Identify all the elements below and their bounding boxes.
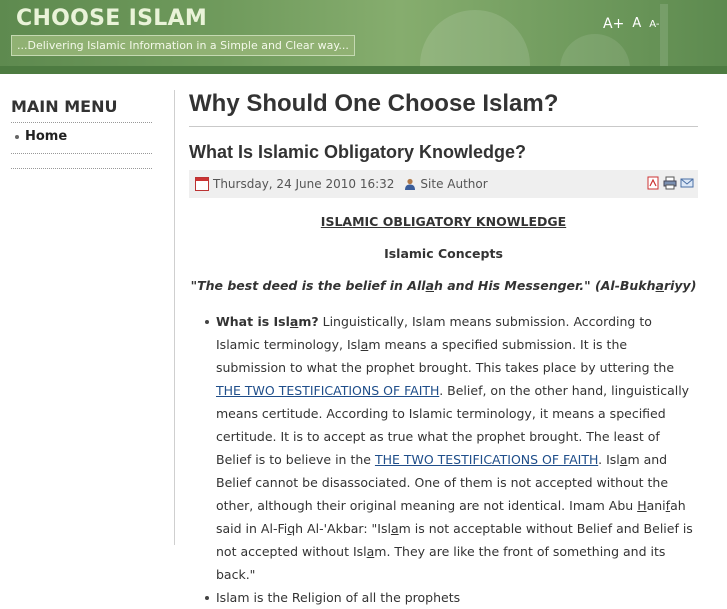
lead-text: What is Isl (216, 314, 290, 329)
menu-item-label: Home (25, 129, 68, 144)
font-reset-button[interactable]: A (632, 16, 641, 32)
article-meta: Thursday, 24 June 2010 16:32 Site Author (189, 170, 698, 198)
body-text: H (637, 498, 647, 513)
article-author: Site Author (420, 177, 488, 191)
calendar-icon (195, 177, 209, 191)
menu-item-home[interactable]: Home (11, 127, 152, 147)
main-menu: Home (11, 123, 152, 154)
sidebar-divider (11, 168, 152, 169)
hadith-quote: "The best deed is the belief in Allah an… (189, 276, 698, 296)
body-text: a (366, 544, 375, 559)
body-text: . Isl (598, 452, 620, 467)
dome-graphic (420, 10, 530, 74)
pdf-icon[interactable] (646, 176, 660, 190)
main-menu-title: MAIN MENU (11, 97, 152, 123)
site-title[interactable]: CHOOSE ISLAM (16, 6, 207, 31)
author-icon (405, 178, 416, 190)
testification-link[interactable]: THE TWO TESTIFICATIONS OF FAITH (216, 383, 439, 398)
lead-text: m? (298, 314, 319, 329)
page-title: Why Should One Choose Islam? (189, 90, 698, 127)
section-subheading: Islamic Concepts (384, 246, 503, 261)
main-content: Why Should One Choose Islam? What Is Isl… (189, 90, 698, 609)
article-tools (646, 176, 694, 190)
list-item: Islam is the Religion of all the prophet… (205, 586, 698, 609)
body-text: q (287, 521, 296, 536)
point-lead: What is Islam? (216, 314, 319, 329)
site-tagline: ...Delivering Islamic Information in a S… (11, 35, 355, 56)
print-icon[interactable] (663, 176, 677, 190)
column-divider (174, 90, 175, 545)
font-decrease-button[interactable]: A- (649, 16, 659, 32)
quote-text: h and His Messenger." (Al-Bukh (434, 278, 656, 293)
article-body: ISLAMIC OBLIGATORY KNOWLEDGE Islamic Con… (189, 212, 698, 609)
testification-link[interactable]: THE TWO TESTIFICATIONS OF FAITH (375, 452, 598, 467)
body-text: ani (646, 498, 666, 513)
article-title[interactable]: What Is Islamic Obligatory Knowledge? (189, 142, 698, 167)
article-date: Thursday, 24 June 2010 16:32 (213, 177, 395, 191)
article-points: What is Islam? Linguistically, Islam mea… (189, 310, 698, 609)
font-size-controls: A+ A A- (603, 16, 659, 32)
quote-text: "The best deed is the belief in All (190, 278, 426, 293)
body-text: Islam is the Religion of all the prophet… (216, 590, 461, 605)
sidebar: MAIN MENU Home (11, 97, 152, 169)
quote-text: riyy) (663, 278, 697, 293)
email-icon[interactable] (680, 176, 694, 190)
body-text: a (390, 521, 399, 536)
site-header: CHOOSE ISLAM ...Delivering Islamic Infor… (0, 0, 727, 74)
body-text: h Al-'Akbar: "Isl (295, 521, 391, 536)
quote-text: a (425, 278, 434, 293)
header-bar (0, 66, 727, 74)
bullet-icon (15, 134, 19, 139)
minaret-graphic (660, 4, 668, 74)
section-heading: ISLAMIC OBLIGATORY KNOWLEDGE (320, 214, 567, 229)
font-increase-button[interactable]: A+ (603, 16, 624, 32)
quote-text: a (655, 278, 664, 293)
